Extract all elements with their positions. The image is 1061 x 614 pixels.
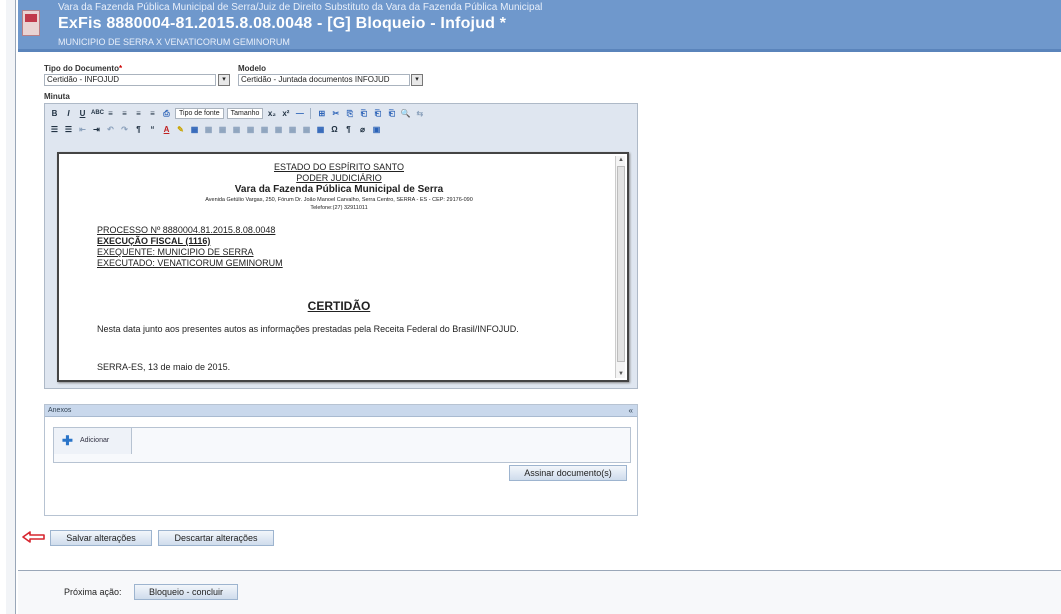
preview-icon[interactable]: ▣ [371,124,382,135]
text-color-icon[interactable]: A [161,124,172,135]
next-action-label: Próxima ação: [64,587,122,597]
add-attachment-label: Adicionar [80,437,110,444]
tipo-documento-dropdown-button[interactable]: ▾ [218,74,230,86]
doc-court: Vara da Fazenda Pública Municipal de Ser… [234,184,444,195]
editor-document-page[interactable]: ESTADO DO ESPÍRITO SANTO PODER JUDICIÁRI… [57,152,629,382]
tipo-documento-select[interactable]: Certidão - INFOJUD [44,74,216,86]
doc-state: ESTADO DO ESPÍRITO SANTO [273,162,405,172]
table-delete-row-icon[interactable]: ▦ [231,124,242,135]
editor-scrollbar[interactable]: ▲ ▼ [615,156,625,378]
strikethrough-button[interactable]: ABC [91,108,104,119]
add-attachment-button[interactable]: ✚ Adicionar [54,428,132,454]
doc-processo: PROCESSO Nº 8880004.81.2015.8.08.0048 [97,225,276,235]
font-family-select[interactable]: Tipo de fonte [175,108,224,119]
save-changes-button[interactable]: Salvar alterações [50,530,152,546]
rich-text-editor: B I U ABC ≡ ≡ ≡ ≡ ⎙ Tipo de fonte Tamanh… [44,103,638,389]
left-rail [6,0,16,614]
highlight-color-icon[interactable]: ✎ [175,124,186,135]
modelo-select[interactable]: Certidão - Juntada documentos INFOJUD [238,74,410,86]
next-action-button[interactable]: Bloqueio - concluir [134,584,238,600]
app-window: Vara da Fazenda Pública Municipal de Ser… [0,0,1061,614]
paste-icon[interactable]: ⎗ [358,108,369,119]
bullet-list-icon[interactable]: ☰ [49,124,60,135]
table-delete-col-icon[interactable]: ▦ [273,124,284,135]
subscript-button[interactable]: x₂ [266,108,277,119]
sign-documents-button[interactable]: Assinar documento(s) [509,465,627,481]
superscript-button[interactable]: x² [280,108,291,119]
anexos-list: ✚ Adicionar [53,427,631,463]
modelo-label: Modelo [238,64,266,73]
case-parties: MUNICIPIO DE SERRA X VENATICORUM GEMINOR… [58,37,290,47]
anexos-panel: Anexos « ✚ Adicionar Assinar documento(s… [44,404,638,516]
doc-power: PODER JUDICIÁRIO [296,173,382,183]
discard-changes-button[interactable]: Descartar alterações [158,530,274,546]
blockquote-icon[interactable]: “ [147,124,158,135]
align-center-button[interactable]: ≡ [119,108,130,119]
scroll-down-icon[interactable]: ▼ [617,370,625,378]
table-merge-icon[interactable]: ▦ [301,124,312,135]
underline-button[interactable]: U [77,108,88,119]
collapse-icon[interactable]: « [629,405,633,417]
doc-address: Avenida Getúlio Vargas, 250, Fórum Dr. J… [205,197,473,203]
doc-exequente: EXEQUENTE: MUNICIPIO DE SERRA [97,247,254,257]
copy-icon[interactable]: ⎘ [344,108,355,119]
indent-icon[interactable]: ⇥ [91,124,102,135]
document-icon [22,10,40,36]
remove-format-icon[interactable]: ⌀ [357,124,368,135]
doc-executado: EXECUTADO: VENATICORUM GEMINORUM [97,258,283,268]
doc-heading: CERTIDÃO [307,299,371,313]
show-blocks-icon[interactable]: ¶ [343,124,354,135]
numbered-list-icon[interactable]: ☰ [63,124,74,135]
modelo-dropdown-button[interactable]: ▾ [411,74,423,86]
italic-button[interactable]: I [63,108,74,119]
print-icon[interactable]: ⎙ [161,108,172,119]
undo-icon[interactable]: ↶ [105,124,116,135]
doc-phone: Telefone:(27) 32911011 [310,205,368,211]
cut-icon[interactable]: ✂ [330,108,341,119]
insert-table-icon[interactable]: ▦ [189,124,200,135]
redo-icon[interactable]: ↷ [119,124,130,135]
task-header: Vara da Fazenda Pública Municipal de Ser… [18,0,1061,52]
doc-execucao: EXECUÇÃO FISCAL (1116) [97,236,211,246]
justify-button[interactable]: ≡ [147,108,158,119]
header-divider [18,49,1061,52]
find-icon[interactable]: 🔍 [400,108,411,119]
page-break-icon[interactable]: ▦ [315,124,326,135]
footer-bar: Próxima ação: Bloqueio - concluir [18,570,1061,614]
table-col-after-icon[interactable]: ▦ [259,124,270,135]
paste-text-icon[interactable]: ⎗ [372,108,383,119]
table-row-before-icon[interactable]: ▦ [203,124,214,135]
minuta-label: Minuta [44,92,70,101]
horizontal-rule-button[interactable]: — [294,108,305,119]
outdent-icon[interactable]: ⇤ [77,124,88,135]
pointer-arrow-icon [22,531,45,543]
scroll-up-icon[interactable]: ▲ [617,156,625,164]
doc-place-date: SERRA-ES, 13 de maio de 2015. [97,362,231,372]
table-row-after-icon[interactable]: ▦ [217,124,228,135]
table-col-before-icon[interactable]: ▦ [245,124,256,135]
paste-word-icon[interactable]: ⎗ [386,108,397,119]
plus-icon: ✚ [62,433,73,448]
font-size-select[interactable]: Tamanho [226,108,264,119]
editor-toolbar-row-1: B I U ABC ≡ ≡ ≡ ≡ ⎙ Tipo de fonte Tamanh… [49,106,425,121]
tipo-documento-label: Tipo do Documento* [44,64,123,73]
align-left-button[interactable]: ≡ [105,108,116,119]
scroll-thumb[interactable] [617,166,625,362]
special-char-icon[interactable]: Ω [329,124,340,135]
table-split-icon[interactable]: ▦ [287,124,298,135]
page-title: ExFis 8880004-81.2015.8.08.0048 - [G] Bl… [58,15,507,32]
replace-icon[interactable]: ⇆ [414,108,425,119]
doc-body: Nesta data junto aos presentes autos as … [97,324,519,334]
align-right-button[interactable]: ≡ [133,108,144,119]
anexos-title: Anexos [48,407,72,414]
court-name: Vara da Fazenda Pública Municipal de Ser… [58,2,543,13]
editor-toolbar-row-2: ☰ ☰ ⇤ ⇥ ↶ ↷ ¶ “ A ✎ ▦ ▦ ▦ ▦ ▦ ▦ ▦ ▦ ▦ ▦ … [49,122,382,137]
anexos-header: Anexos « [45,405,637,417]
bold-button[interactable]: B [49,108,60,119]
table-icon[interactable]: ⊞ [316,108,327,119]
paragraph-icon[interactable]: ¶ [133,124,144,135]
